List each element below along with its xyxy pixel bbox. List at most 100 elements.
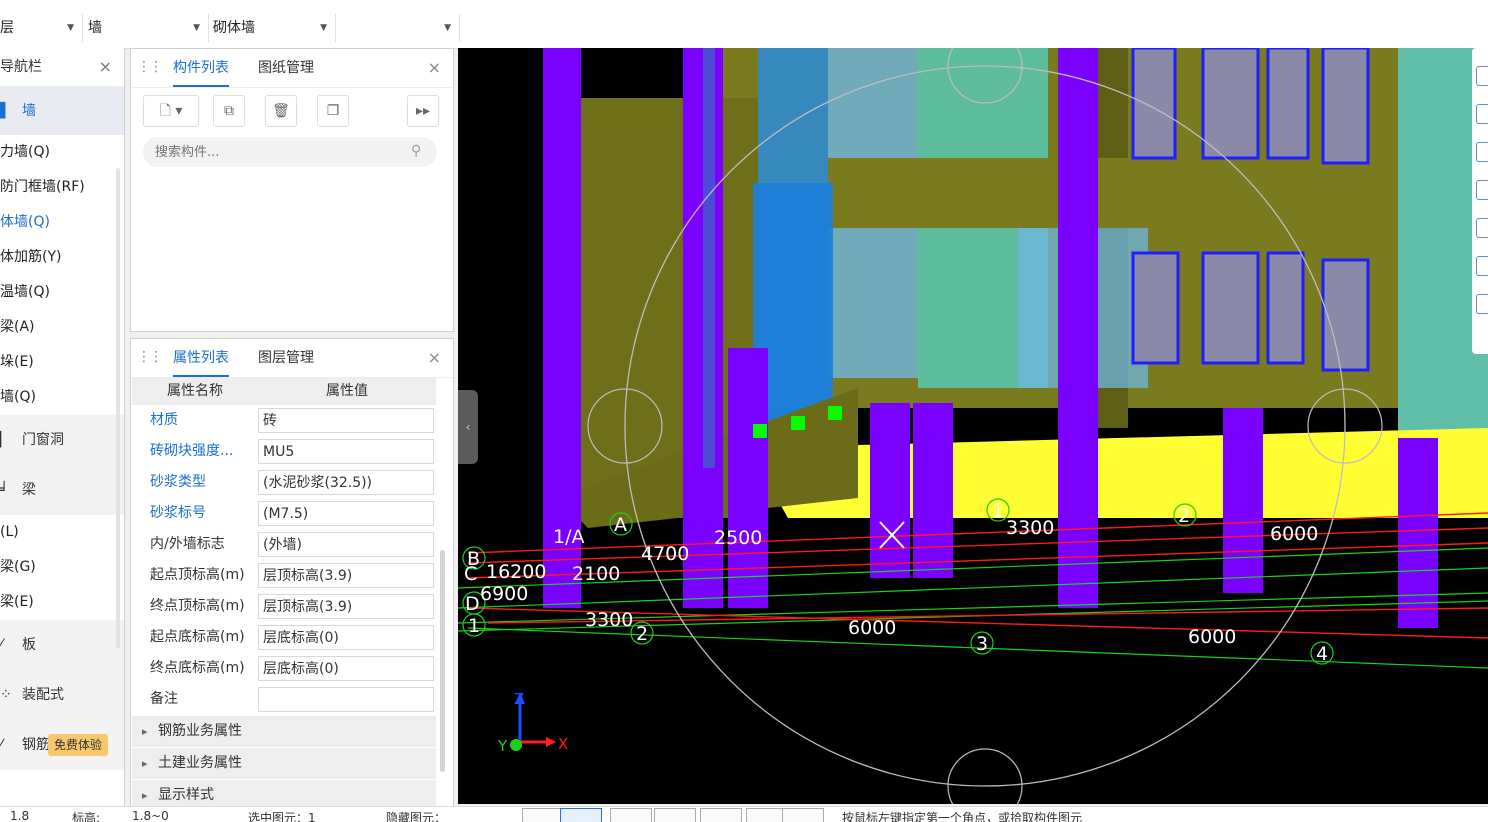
property-value-field[interactable]: 层顶标高(3.9)	[258, 594, 434, 619]
property-row[interactable]: 起点顶标高(m) 层顶标高(3.9)	[132, 560, 436, 591]
tab-layer-management[interactable]: 图层管理	[258, 339, 314, 377]
nav-cat-label: 梁	[22, 482, 36, 498]
group-civil-properties[interactable]: 土建业务属性	[132, 747, 436, 779]
property-row[interactable]: 砂浆类型 (水泥砂浆(32.5))	[132, 467, 436, 498]
property-row[interactable]: 内/外墙标志 (外墙)	[132, 529, 436, 560]
tab-drawing-management[interactable]: 图纸管理	[258, 49, 314, 87]
nav-item-label: 垛(E)	[0, 354, 34, 370]
rotate-icon[interactable]	[1476, 256, 1488, 276]
cross-snap-button[interactable]	[610, 808, 652, 822]
free-trial-badge[interactable]: 免费体验	[48, 734, 109, 756]
ortho-button[interactable]	[560, 808, 602, 822]
property-value-field[interactable]: MU5	[258, 439, 434, 464]
category-select[interactable]: 墙 ▼	[88, 16, 206, 40]
close-icon[interactable]: ×	[428, 49, 441, 87]
nav-item-ring-beam[interactable]: 梁(G)	[0, 550, 124, 585]
property-row[interactable]: 起点底标高(m) 层底标高(0)	[132, 622, 436, 653]
nav-item-civil-defense-wall[interactable]: 防门框墙(RF)	[0, 170, 124, 205]
double-chevron-right-icon: ▸▸	[415, 103, 431, 119]
property-row[interactable]: 终点底标高(m) 层底标高(0)	[132, 653, 436, 684]
property-row[interactable]: 终点顶标高(m) 层顶标高(3.9)	[132, 591, 436, 622]
group-label: 土建业务属性	[158, 755, 242, 771]
nav-item-masonry-rebar[interactable]: 体加筋(Y)	[0, 240, 124, 275]
drag-handle-icon[interactable]: ⋮⋮	[137, 349, 163, 365]
nav-item-label: 防门框墙(RF)	[0, 179, 85, 195]
nav-cat-rebar[interactable]: ⁄ 钢筋 免费体验	[0, 720, 124, 770]
3d-viewport[interactable]: B C D 1 A 1/A 2 1 2 3 4 3300 6000 2500 4…	[458, 48, 1488, 804]
2d-view-icon[interactable]	[1476, 104, 1488, 124]
delete-button[interactable]: 🗑	[265, 95, 297, 127]
more-button[interactable]: ▸▸	[407, 95, 439, 127]
dim-6900: 6900	[480, 583, 528, 605]
nav-scrollbar[interactable]	[116, 168, 120, 648]
model-canvas[interactable]: B C D 1 A 1/A 2 1 2 3 4 3300 6000 2500 4…	[458, 48, 1488, 804]
grid-label-1-top: 1	[992, 500, 1004, 522]
property-row[interactable]: 砂浆标号 (M7.5)	[132, 498, 436, 529]
nav-item-label: 梁(E)	[0, 594, 34, 610]
copy-button[interactable]: ⧉	[213, 95, 245, 127]
status-hint: 按鼠标左键指定第一个角点，或拾取构件图元	[842, 811, 1083, 822]
property-scrollbar[interactable]	[440, 550, 445, 772]
rebar-icon: ⁄	[0, 737, 3, 753]
cloud-icon[interactable]	[1476, 66, 1488, 86]
layer-copy-button[interactable]: ❐	[317, 95, 349, 127]
group-rebar-properties[interactable]: 钢筋业务属性	[132, 715, 436, 747]
drag-handle-icon[interactable]: ⋮⋮	[137, 59, 163, 75]
group-label: 钢筋业务属性	[158, 723, 242, 739]
property-value-field[interactable]: 层顶标高(3.9)	[258, 563, 434, 588]
nav-cat-beam[interactable]: ╛ 梁	[0, 465, 124, 515]
nav-cat-wall[interactable]: ▌ 墙	[0, 87, 124, 135]
status-elevation-value: 1.8~0	[132, 809, 169, 822]
nav-cat-label: 墙	[22, 103, 36, 119]
nav-item-dark-beam[interactable]: 梁(A)	[0, 310, 124, 345]
3d-view-icon[interactable]	[1476, 180, 1488, 200]
property-name: 起点顶标高(m)	[150, 567, 245, 583]
grid-label-2: 2	[636, 623, 648, 645]
floor-select[interactable]: 层 ▼	[0, 16, 80, 40]
new-component-button[interactable]: 🗋 ▾	[143, 95, 199, 127]
nav-item-beam[interactable]: (L)	[0, 515, 124, 550]
nav-item-wall-pier[interactable]: 垛(E)	[0, 345, 124, 380]
property-value-field[interactable]: (外墙)	[258, 532, 434, 557]
property-value-field[interactable]: 层底标高(0)	[258, 625, 434, 650]
property-name: 砂浆标号	[150, 505, 206, 521]
property-value-field[interactable]: 砖	[258, 408, 434, 433]
search-input[interactable]	[143, 137, 437, 167]
layers-icon[interactable]	[1476, 294, 1488, 314]
dynamic-input-button[interactable]	[782, 808, 824, 822]
close-icon[interactable]: ×	[99, 48, 112, 86]
property-value-field[interactable]: (水泥砂浆(32.5))	[258, 470, 434, 495]
property-value-field[interactable]: (M7.5)	[258, 501, 434, 526]
search-icon[interactable]: ⚲	[411, 143, 421, 159]
nav-item-parapet[interactable]: 墙(Q)	[0, 380, 124, 415]
tab-component-list[interactable]: 构件列表	[173, 49, 229, 87]
collapse-panel-button[interactable]: ‹	[458, 390, 478, 464]
property-row[interactable]: 备注	[132, 684, 436, 715]
nav-cat-slab[interactable]: ⁄ 板	[0, 620, 124, 670]
type-select[interactable]: 砌体墙 ▼	[213, 16, 333, 40]
nav-item-lintel[interactable]: 梁(E)	[0, 585, 124, 620]
dim-6000-top: 6000	[1270, 523, 1318, 545]
nav-item-masonry-wall[interactable]: 体墙(Q)	[0, 205, 124, 240]
snap-button[interactable]	[522, 808, 564, 822]
extra-select[interactable]: ▼	[340, 16, 457, 40]
fit-view-icon[interactable]	[1476, 218, 1488, 238]
plus-snap-button[interactable]	[700, 808, 742, 822]
front-view-icon[interactable]	[1476, 142, 1488, 162]
close-icon[interactable]: ×	[428, 339, 441, 377]
angle-button[interactable]	[654, 808, 696, 822]
orbit-handle-bottom[interactable]	[947, 748, 1023, 804]
property-value-field[interactable]: 层底标高(0)	[258, 656, 434, 681]
nav-cat-prefab[interactable]: ⁘ 装配式	[0, 670, 124, 720]
tab-property-list[interactable]: 属性列表	[173, 339, 229, 377]
nav-item-shear-wall[interactable]: 力墙(Q)	[0, 135, 124, 170]
property-value-field[interactable]	[258, 687, 434, 712]
grid-label-3: 3	[976, 633, 988, 655]
property-row[interactable]: 材质 砖	[132, 405, 436, 436]
property-name: 内/外墙标志	[150, 536, 225, 552]
floor-select-value: 层	[0, 20, 14, 36]
nav-item-insulation-wall[interactable]: 温墙(Q)	[0, 275, 124, 310]
nav-cat-door-window[interactable]: ▏ 门窗洞	[0, 415, 124, 465]
property-row[interactable]: 砖砌块强度... MU5	[132, 436, 436, 467]
grid-label-2-top: 2	[1178, 505, 1190, 527]
